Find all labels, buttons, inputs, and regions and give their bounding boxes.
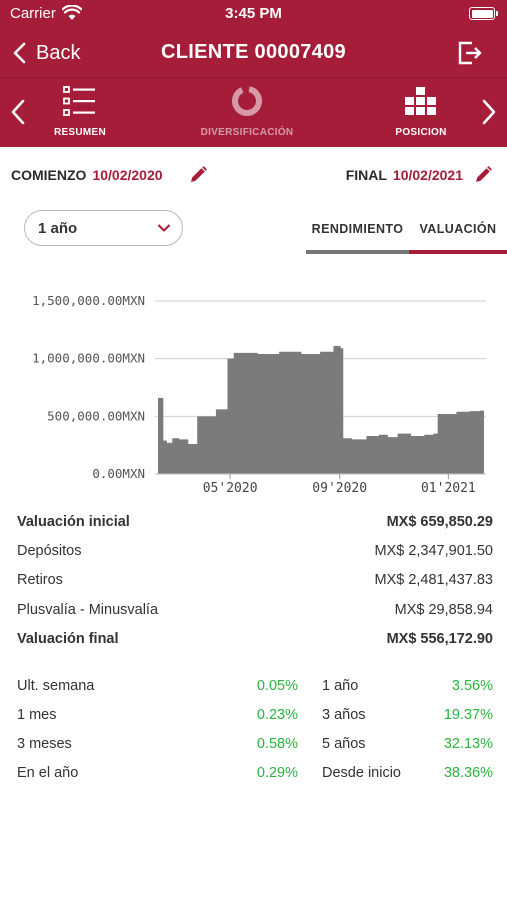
return-period-label: 5 años <box>322 736 366 752</box>
x-tick-label: 05'2020 <box>203 481 258 496</box>
start-date-value[interactable]: 10/02/2020 <box>92 167 162 183</box>
tab-resumen-label: RESUMEN <box>53 127 107 138</box>
summary-value: MX$ 556,172.90 <box>386 630 493 647</box>
section-tabs: RESUMEN DIVERSIFICACIÓN POSICION <box>0 79 507 147</box>
x-tick-label: 01'2021 <box>421 481 476 496</box>
return-value: 32.13% <box>443 736 493 752</box>
return-period-label: Desde inicio <box>322 765 401 781</box>
app-header: Carrier 3:45 PM Back CLIENTE 00007409 RE… <box>0 0 507 147</box>
return-value: 19.37% <box>443 707 493 723</box>
tab-posicion[interactable]: POSICION <box>351 85 491 143</box>
summary-row: Depósitos MX$ 2,347,901.50 <box>0 539 507 565</box>
return-value: 0.05% <box>256 678 298 694</box>
start-date: COMIENZO 10/02/2020 <box>11 167 163 183</box>
return-period-label: 1 mes <box>17 707 57 723</box>
chevron-down-icon <box>158 224 170 232</box>
return-period-label: En el año <box>17 765 79 781</box>
summary-value: MX$ 2,481,437.83 <box>374 572 493 589</box>
return-period-label: 3 años <box>322 707 366 723</box>
returns-row: 1 mes 0.23% 3 años 19.37% <box>0 703 507 729</box>
edit-end-date-pencil-icon[interactable] <box>473 165 493 185</box>
return-period-label: Ult. semana <box>17 678 95 694</box>
y-tick-label: 0.00MXN <box>92 466 145 481</box>
end-date: FINAL 10/02/2021 <box>346 167 463 183</box>
valuation-chart: 1,500,000.00MXN 1,000,000.00MXN 500,000.00… <box>0 285 507 500</box>
valuation-chart-svg: 1,500,000.00MXN 1,000,000.00MXN 500,000.00… <box>32 293 486 496</box>
next-arrow-icon[interactable] <box>481 99 497 125</box>
return-period-label: 1 año <box>322 678 359 694</box>
edit-start-date-pencil-icon[interactable] <box>188 165 208 185</box>
summary-label: Valuación final <box>17 630 119 647</box>
segment-rendimiento[interactable]: RENDIMIENTO <box>306 222 409 254</box>
summary-value: MX$ 29,858.94 <box>394 601 493 618</box>
summary-row: Retiros MX$ 2,481,437.83 <box>0 568 507 594</box>
return-value: 0.29% <box>256 765 298 781</box>
tab-resumen[interactable]: RESUMEN <box>10 85 150 143</box>
list-icon <box>63 86 95 116</box>
logout-icon[interactable] <box>457 40 483 66</box>
summary-label: Depósitos <box>17 543 82 560</box>
y-tick-label: 1,000,000.00MXN <box>32 351 145 366</box>
start-date-label: COMIENZO <box>11 167 87 183</box>
date-range: COMIENZO 10/02/2020 FINAL 10/02/2021 <box>0 163 507 187</box>
segment-valuacion[interactable]: VALUACIÓN <box>409 222 507 254</box>
back-label: Back <box>36 41 81 64</box>
period-dropdown[interactable]: 1 año <box>24 210 183 246</box>
y-tick-label: 500,000.00MXN <box>47 408 145 423</box>
summary-label: Valuación inicial <box>17 514 130 530</box>
summary-row: Valuación inicial MX$ 659,850.29 <box>0 510 507 536</box>
returns-row: Ult. semana 0.05% 1 año 3.56% <box>0 674 507 700</box>
period-dropdown-value: 1 año <box>38 220 78 237</box>
return-value: 38.36% <box>443 765 493 781</box>
battery-icon <box>469 7 498 20</box>
summary-row: Valuación final MX$ 556,172.90 <box>0 627 507 653</box>
x-tick-label: 09'2020 <box>312 481 367 496</box>
clock: 3:45 PM <box>225 5 282 22</box>
donut-icon <box>232 86 262 116</box>
return-value: 0.23% <box>256 707 298 723</box>
summary-value: MX$ 2,347,901.50 <box>374 543 493 560</box>
end-date-value[interactable]: 10/02/2021 <box>393 167 463 183</box>
end-date-label: FINAL <box>345 167 387 183</box>
summary-row: Plusvalía - Minusvalía MX$ 29,858.94 <box>0 598 507 624</box>
tab-diversificacion[interactable]: DIVERSIFICACIÓN <box>177 85 317 143</box>
blocks-icon <box>405 87 436 115</box>
summary-label: Plusvalía - Minusvalía <box>17 601 159 618</box>
summary-label: Retiros <box>17 572 63 589</box>
return-value: 0.58% <box>256 736 298 752</box>
status-bar: Carrier 3:45 PM <box>0 0 507 28</box>
return-value: 3.56% <box>451 678 493 694</box>
chevron-left-icon <box>13 42 26 64</box>
summary-value: MX$ 659,850.29 <box>386 514 493 530</box>
returns-row: En el año 0.29% Desde inicio 38.36% <box>0 761 507 787</box>
tab-posicion-label: POSICION <box>395 127 447 138</box>
returns-row: 3 meses 0.58% 5 años 32.13% <box>0 732 507 758</box>
return-period-label: 3 meses <box>17 736 72 752</box>
y-tick-label: 1,500,000.00MXN <box>32 293 145 308</box>
navigation-bar: Back CLIENTE 00007409 <box>0 28 507 78</box>
valuation-area-series <box>158 345 484 474</box>
tab-diversificacion-label: DIVERSIFICACIÓN <box>200 127 294 138</box>
back-button[interactable]: Back <box>12 39 80 67</box>
